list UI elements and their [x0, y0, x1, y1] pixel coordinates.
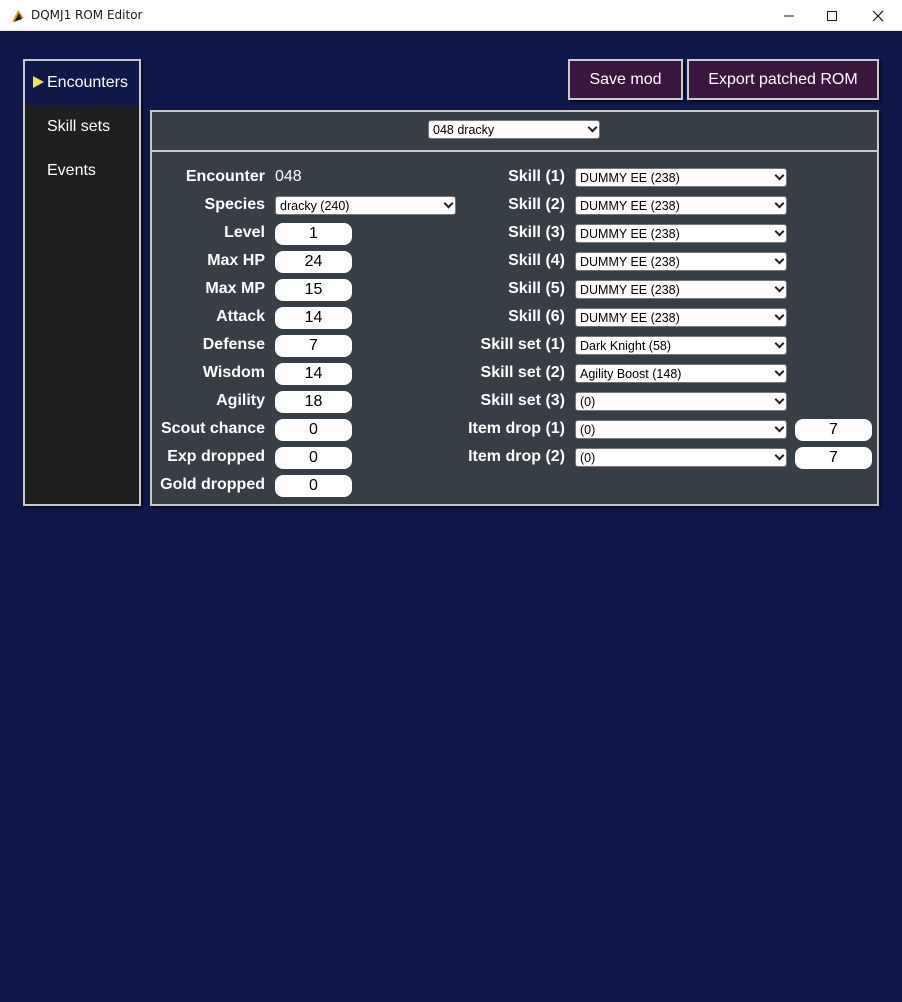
dqmj-app-icon	[12, 10, 24, 22]
skill-5-label: Skill (5)	[508, 280, 565, 297]
play-arrow-icon	[33, 76, 44, 88]
skill-3-select[interactable]: DUMMY EE (238)	[575, 224, 787, 243]
wisdom-label: Wisdom	[202, 364, 265, 381]
close-button[interactable]	[855, 0, 901, 31]
sidebar-item-skill-sets[interactable]: Skill sets	[25, 105, 139, 149]
gold-dropped-label: Gold dropped	[160, 476, 265, 493]
item-drop-1-value: (0)	[580, 423, 596, 437]
gold-dropped-input[interactable]: 0	[275, 475, 352, 497]
skill-set-3-select[interactable]: (0)	[575, 392, 787, 411]
skill-5-select[interactable]: DUMMY EE (238)	[575, 280, 787, 299]
skill-3-value: DUMMY EE (238)	[580, 227, 680, 241]
skill-set-2-label: Skill set (2)	[480, 364, 565, 381]
defense-label: Defense	[202, 336, 265, 353]
skill-5-value: DUMMY EE (238)	[580, 283, 680, 297]
skill-6-value: DUMMY EE (238)	[580, 311, 680, 325]
encounter-panel: 048 dracky Encounter 048 Species dracky …	[150, 110, 879, 506]
chevron-down-icon	[774, 254, 785, 265]
exp-dropped-input[interactable]: 0	[275, 447, 352, 469]
skill-set-3-label: Skill set (3)	[480, 392, 565, 409]
max-hp-label: Max HP	[207, 252, 265, 269]
agility-input[interactable]: 18	[275, 391, 352, 413]
item-drop-2-chance-input[interactable]: 7	[795, 447, 872, 469]
window-title: DQMJ1 ROM Editor	[31, 8, 143, 22]
chevron-down-icon	[774, 310, 785, 321]
skill-2-select[interactable]: DUMMY EE (238)	[575, 196, 787, 215]
minimize-button[interactable]	[766, 0, 812, 31]
chevron-down-icon	[774, 282, 785, 293]
skill-4-value: DUMMY EE (238)	[580, 255, 680, 269]
item-drop-1-select[interactable]: (0)	[575, 420, 787, 439]
skill-1-value: DUMMY EE (238)	[580, 171, 680, 185]
skill-6-label: Skill (6)	[508, 308, 565, 325]
item-drop-1-label: Item drop (1)	[468, 420, 565, 437]
encounter-select[interactable]: 048 dracky	[428, 120, 600, 139]
export-patched-rom-button[interactable]: Export patched ROM	[687, 59, 879, 100]
item-drop-1-chance-input[interactable]: 7	[795, 419, 872, 441]
skill-set-3-value: (0)	[580, 395, 596, 409]
chevron-down-icon	[443, 198, 454, 209]
sidebar-item-encounters[interactable]: Encounters	[25, 61, 139, 105]
skill-1-label: Skill (1)	[508, 168, 565, 185]
scout-chance-label: Scout chance	[160, 420, 265, 437]
defense-input[interactable]: 7	[275, 335, 352, 357]
chevron-down-icon	[774, 394, 785, 405]
species-select[interactable]: dracky (240)	[275, 196, 456, 215]
item-drop-2-value: (0)	[580, 451, 596, 465]
species-select-value: dracky (240)	[280, 199, 350, 213]
skill-set-1-label: Skill set (1)	[480, 336, 565, 353]
sidebar-item-label: Encounters	[47, 74, 128, 91]
title-bar: DQMJ1 ROM Editor	[0, 0, 902, 31]
panel-divider	[152, 150, 877, 152]
chevron-down-icon	[774, 422, 785, 433]
level-input[interactable]: 1	[275, 223, 352, 245]
skill-set-2-select[interactable]: Agility Boost (148)	[575, 364, 787, 383]
skill-set-2-value: Agility Boost (148)	[580, 367, 682, 381]
encounter-label: Encounter	[185, 168, 265, 185]
wisdom-input[interactable]: 14	[275, 363, 352, 385]
item-drop-2-label: Item drop (2)	[468, 448, 565, 465]
level-label: Level	[224, 224, 265, 241]
scout-chance-input[interactable]: 0	[275, 419, 352, 441]
max-hp-input[interactable]: 24	[275, 251, 352, 273]
chevron-down-icon	[774, 366, 785, 377]
species-label: Species	[204, 196, 265, 213]
attack-label: Attack	[216, 308, 265, 325]
chevron-down-icon	[774, 338, 785, 349]
minimize-icon	[784, 15, 794, 16]
maximize-icon	[827, 10, 837, 21]
skill-2-value: DUMMY EE (238)	[580, 199, 680, 213]
max-mp-label: Max MP	[205, 280, 265, 297]
chevron-down-icon	[774, 450, 785, 461]
chevron-down-icon	[774, 198, 785, 209]
encounter-value: 048	[275, 168, 302, 185]
close-icon	[872, 10, 884, 21]
item-drop-2-select[interactable]: (0)	[575, 448, 787, 467]
sidebar: Encounters Skill sets Events	[23, 59, 141, 506]
skill-1-select[interactable]: DUMMY EE (238)	[575, 168, 787, 187]
agility-label: Agility	[216, 392, 265, 409]
skill-2-label: Skill (2)	[508, 196, 565, 213]
skill-3-label: Skill (3)	[508, 224, 565, 241]
skill-set-1-select[interactable]: Dark Knight (58)	[575, 336, 787, 355]
skill-set-1-value: Dark Knight (58)	[580, 339, 672, 353]
save-mod-button[interactable]: Save mod	[568, 59, 683, 100]
skill-4-select[interactable]: DUMMY EE (238)	[575, 252, 787, 271]
sidebar-item-label: Skill sets	[47, 118, 111, 135]
maximize-button[interactable]	[809, 0, 855, 31]
exp-dropped-label: Exp dropped	[167, 448, 265, 465]
skill-4-label: Skill (4)	[508, 252, 565, 269]
skill-6-select[interactable]: DUMMY EE (238)	[575, 308, 787, 327]
sidebar-item-label: Events	[47, 162, 96, 179]
sidebar-item-events[interactable]: Events	[25, 149, 139, 193]
attack-input[interactable]: 14	[275, 307, 352, 329]
max-mp-input[interactable]: 15	[275, 279, 352, 301]
chevron-down-icon	[774, 170, 785, 181]
chevron-down-icon	[774, 226, 785, 237]
chevron-down-icon	[587, 122, 598, 133]
encounter-select-value: 048 dracky	[433, 123, 495, 137]
